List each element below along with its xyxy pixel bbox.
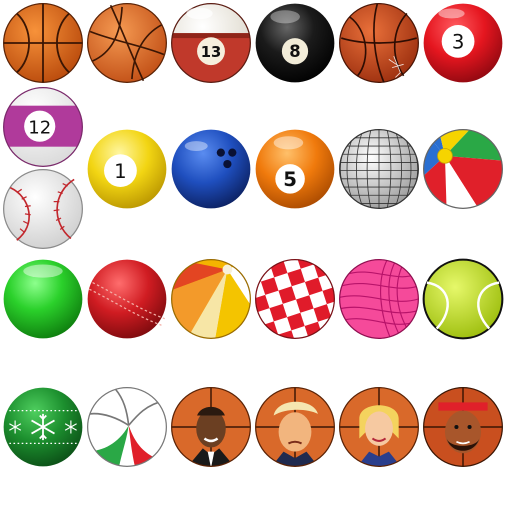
basketball-portrait-icon: [338, 386, 420, 468]
yarn-ball-icon: [338, 258, 420, 340]
billiard-ball-icon: 13: [170, 2, 252, 84]
tennis-ball-icon: [422, 258, 504, 340]
billiard-ball-icon: 5: [254, 128, 336, 210]
cricket-ball-icon: [86, 258, 168, 340]
ball-number: 1: [114, 160, 127, 183]
bowling-ball-icon: [170, 128, 252, 210]
ball-icon-sheet: 13 8 3 12 1 5: [0, 0, 512, 512]
basketball-portrait-icon: [422, 386, 504, 468]
basketball-icon: [338, 2, 420, 84]
billiard-ball-icon: 1: [86, 128, 168, 210]
beach-ball-icon: [422, 128, 504, 210]
beach-ball-icon: [170, 258, 252, 340]
christmas-ornament-icon: [2, 386, 84, 468]
ball-number: 3: [452, 31, 465, 54]
basketball-portrait-icon: [254, 386, 336, 468]
billiard-ball-icon: 12: [2, 86, 84, 168]
baseball-icon: [2, 168, 84, 250]
green-ball-icon: [2, 258, 84, 340]
disco-ball-icon: [338, 128, 420, 210]
billiard-ball-icon: 3: [422, 2, 504, 84]
checkered-ball-icon: [254, 258, 336, 340]
basketball-icon: [2, 2, 84, 84]
basketball-portrait-icon: [170, 386, 252, 468]
ball-number: 8: [289, 42, 300, 61]
basketball-icon: [86, 2, 168, 84]
ball-number: 5: [283, 168, 297, 191]
volleyball-icon: [86, 386, 168, 468]
ball-number: 12: [28, 118, 51, 139]
billiard-ball-icon: 8: [254, 2, 336, 84]
ball-number: 13: [201, 44, 222, 61]
